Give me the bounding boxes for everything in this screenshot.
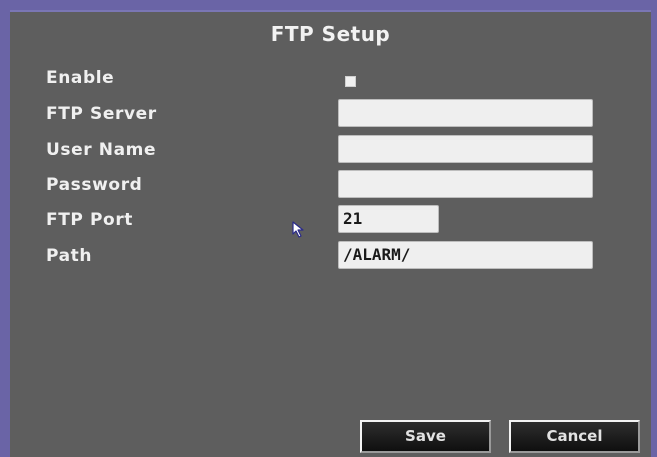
user-name-input[interactable] <box>338 135 593 163</box>
ftp-server-label: FTP Server <box>46 104 157 124</box>
ftp-server-input[interactable] <box>338 99 593 127</box>
ftp-port-input[interactable]: 21 <box>338 205 439 233</box>
password-input[interactable] <box>338 170 593 198</box>
cancel-button[interactable]: Cancel <box>509 420 640 453</box>
dialog-title: FTP Setup <box>270 22 391 46</box>
path-input[interactable]: /ALARM/ <box>338 241 593 269</box>
path-label: Path <box>46 246 93 266</box>
user-name-label: User Name <box>46 140 157 160</box>
save-button[interactable]: Save <box>360 420 491 453</box>
enable-checkbox[interactable] <box>345 76 356 87</box>
mouse-pointer-icon <box>292 221 304 238</box>
password-label: Password <box>46 175 143 195</box>
ftp-port-label: FTP Port <box>46 210 134 230</box>
enable-label: Enable <box>46 68 115 88</box>
ftp-setup-dialog: FTP Setup Enable FTP Server User Name Pa… <box>10 10 651 457</box>
